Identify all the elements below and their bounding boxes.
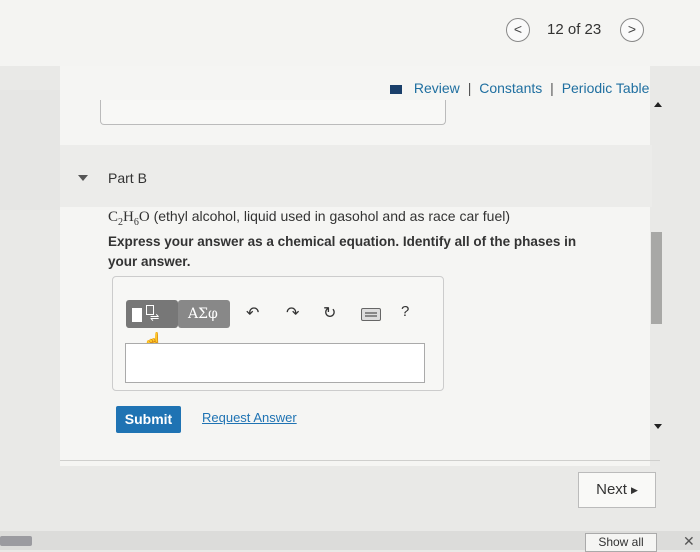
review-link[interactable]: Review: [414, 80, 460, 96]
chemical-formula: C2H6O: [108, 209, 150, 228]
reset-icon[interactable]: ↻: [323, 303, 336, 323]
constants-link[interactable]: Constants: [479, 80, 542, 96]
question-counter: 12 of 23: [547, 21, 602, 38]
undo-icon[interactable]: ↶: [246, 303, 259, 323]
instruction-text: Express your answer as a chemical equati…: [108, 234, 577, 269]
periodic-table-link[interactable]: Periodic Table: [562, 80, 650, 96]
request-answer-link[interactable]: Request Answer: [202, 410, 297, 425]
separator: |: [467, 80, 472, 96]
previous-question-button[interactable]: <: [506, 18, 530, 42]
scrollbar[interactable]: [651, 92, 665, 462]
scroll-up-icon[interactable]: [654, 102, 662, 107]
submit-button[interactable]: Submit: [116, 406, 181, 433]
part-title: Part B: [108, 170, 147, 186]
book-icon: [390, 84, 402, 94]
previous-answer-box: [100, 100, 446, 125]
scroll-down-icon[interactable]: [654, 424, 662, 429]
redo-icon[interactable]: ↷: [286, 303, 299, 323]
collapse-caret-icon[interactable]: [78, 175, 88, 181]
problem-description: (ethyl alcohol, liquid used in gasohol a…: [149, 208, 511, 224]
next-question-button[interactable]: >: [620, 18, 644, 42]
next-button[interactable]: Next ▶: [578, 472, 656, 508]
help-button[interactable]: ?: [401, 303, 409, 320]
answer-input[interactable]: [125, 343, 425, 383]
separator: |: [550, 80, 554, 96]
keyboard-icon[interactable]: [361, 308, 381, 321]
left-strip: [0, 90, 60, 210]
divider: [60, 460, 660, 461]
resource-links: Review | Constants | Periodic Table: [390, 80, 649, 96]
symbols-button[interactable]: ΑΣφ: [178, 300, 230, 328]
part-header[interactable]: [60, 145, 652, 207]
download-item[interactable]: [0, 536, 32, 546]
scroll-thumb[interactable]: [651, 232, 662, 324]
next-label: Next: [596, 481, 627, 498]
templates-button[interactable]: ⇌: [126, 300, 178, 328]
equilibrium-arrows-icon: ⇌: [150, 312, 160, 324]
play-arrow-icon: ▶: [630, 485, 638, 496]
close-icon[interactable]: ✕: [683, 533, 695, 550]
symbols-label: ΑΣφ: [188, 306, 218, 322]
show-all-button[interactable]: Show all: [585, 533, 657, 552]
template-box-icon: [132, 308, 142, 322]
problem-statement: C2H6O (ethyl alcohol, liquid used in gas…: [108, 208, 510, 228]
question-pager: < 12 of 23 >: [503, 15, 644, 47]
